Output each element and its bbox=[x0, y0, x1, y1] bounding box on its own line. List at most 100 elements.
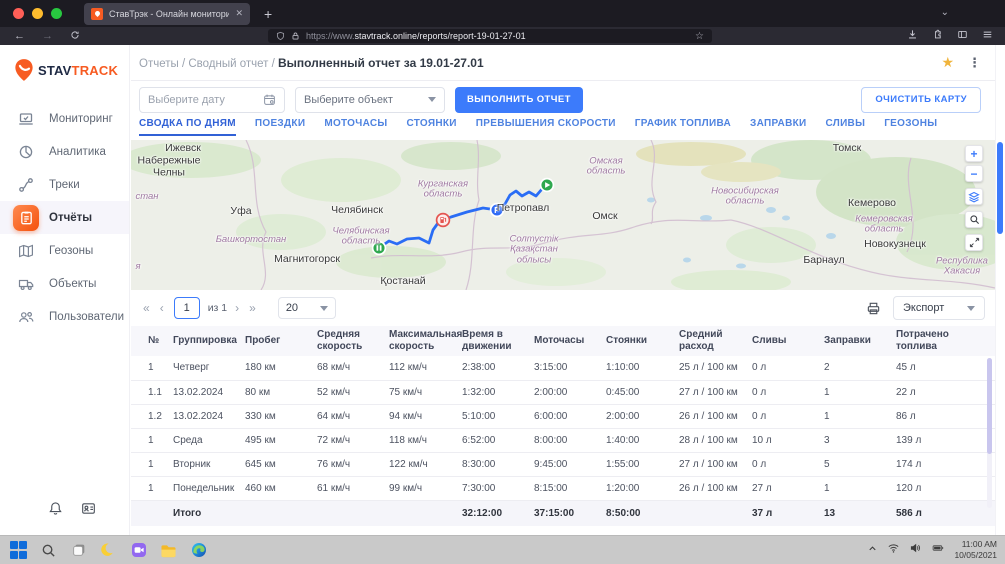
table-scrollbar[interactable] bbox=[987, 358, 992, 508]
tab-list-chevron-icon[interactable]: ⌄ bbox=[941, 7, 949, 18]
sidebar-item-monitoring[interactable]: Мониторинг bbox=[0, 102, 129, 135]
downloads-icon[interactable] bbox=[907, 27, 918, 45]
window-minimize-button[interactable] bbox=[32, 8, 43, 19]
clock[interactable]: 11:00 AM 10/05/2021 bbox=[954, 539, 997, 561]
date-input[interactable] bbox=[148, 94, 248, 106]
clear-map-button[interactable]: ОЧИСТИТЬ КАРТУ bbox=[861, 87, 981, 113]
object-select[interactable]: Выберите объект bbox=[295, 87, 445, 113]
sidebar-toggle-icon[interactable] bbox=[957, 27, 968, 45]
taskbar-chat-icon[interactable] bbox=[128, 540, 149, 561]
tab-1[interactable]: ПОЕЗДКИ bbox=[255, 118, 305, 134]
lock-icon bbox=[291, 31, 300, 41]
page-prev-button[interactable]: ‹ bbox=[160, 301, 164, 315]
date-picker[interactable] bbox=[139, 87, 285, 113]
sidebar-item-users[interactable]: Пользователи bbox=[0, 300, 129, 333]
map-marker-fuel[interactable] bbox=[437, 214, 450, 227]
table-cell: Вторник bbox=[173, 452, 245, 476]
tab-8[interactable]: ГЕОЗОНЫ bbox=[884, 118, 937, 134]
wifi-icon[interactable] bbox=[887, 541, 900, 559]
favorite-star-icon[interactable]: ★ bbox=[941, 54, 954, 71]
window-controls[interactable] bbox=[13, 8, 62, 19]
column-header: Группировка bbox=[173, 326, 245, 356]
taskbar-file-explorer-icon[interactable] bbox=[158, 540, 179, 561]
window-maximize-button[interactable] bbox=[51, 8, 62, 19]
table-row[interactable]: 1.213.02.2024330 км64 км/ч94 км/ч5:10:00… bbox=[131, 404, 995, 428]
table-scrollbar-thumb[interactable] bbox=[987, 358, 992, 454]
reload-button[interactable] bbox=[70, 30, 80, 43]
map-marker-play[interactable] bbox=[541, 179, 554, 192]
map-marker-parking[interactable]: P bbox=[491, 204, 504, 217]
sidebar-footer bbox=[48, 501, 96, 521]
sidebar-item-geozones[interactable]: Геозоны bbox=[0, 234, 129, 267]
page-last-button[interactable]: » bbox=[249, 301, 256, 315]
table-cell: 6:52:00 bbox=[462, 428, 534, 452]
tab-6[interactable]: ЗАПРАВКИ bbox=[750, 118, 806, 134]
url-bar[interactable]: https://www.stavtrack.online/reports/rep… bbox=[268, 29, 712, 43]
taskbar-task-view-icon[interactable] bbox=[68, 540, 89, 561]
browser-tab[interactable]: СтавТрэк - Онлайн мониторинг ✕ bbox=[84, 3, 250, 25]
page-scrollbar[interactable] bbox=[995, 45, 1005, 535]
tab-4[interactable]: ПРЕВЫШЕНИЯ СКОРОСТИ bbox=[476, 118, 616, 134]
map-zoom-out-button[interactable]: − bbox=[965, 165, 983, 182]
bookmark-star-icon[interactable]: ☆ bbox=[695, 31, 704, 42]
tab-2[interactable]: МОТОЧАСЫ bbox=[324, 118, 387, 134]
sidebar-item-label: Пользователи bbox=[49, 311, 124, 323]
print-icon[interactable] bbox=[866, 301, 881, 316]
map-marker-pause[interactable] bbox=[373, 242, 386, 255]
tab-3[interactable]: СТОЯНКИ bbox=[406, 118, 456, 134]
column-header: Моточасы bbox=[534, 326, 606, 356]
breadcrumb[interactable]: Отчеты / Сводный отчет / Выполненный отч… bbox=[139, 56, 484, 70]
table-row[interactable]: 1.113.02.202480 км52 км/ч75 км/ч1:32:002… bbox=[131, 380, 995, 404]
menu-icon[interactable] bbox=[982, 27, 993, 45]
back-button[interactable]: ← bbox=[14, 30, 25, 42]
stavtrack-logo[interactable]: STAVTRACK bbox=[14, 58, 129, 82]
taskbar-edge-icon[interactable] bbox=[188, 540, 209, 561]
map-zoom-in-button[interactable]: + bbox=[965, 145, 983, 162]
table-row[interactable]: 1Среда495 км72 км/ч118 км/ч6:52:008:00:0… bbox=[131, 428, 995, 452]
taskbar-search-icon[interactable] bbox=[38, 540, 59, 561]
table-cell: 139 л bbox=[896, 428, 995, 452]
tray-chevron-up-icon[interactable] bbox=[867, 541, 878, 559]
table-row[interactable]: 1Вторник645 км76 км/ч122 км/ч8:30:009:45… bbox=[131, 452, 995, 476]
forward-button: → bbox=[42, 30, 53, 42]
notifications-bell-icon[interactable] bbox=[48, 501, 63, 521]
window-close-button[interactable] bbox=[13, 8, 24, 19]
contact-card-icon[interactable] bbox=[81, 501, 96, 521]
page-next-button[interactable]: › bbox=[235, 301, 239, 315]
table-cell: 22 л bbox=[896, 380, 995, 404]
map-fullscreen-button[interactable] bbox=[965, 234, 983, 251]
map-layers-button[interactable] bbox=[965, 188, 983, 205]
page-first-button[interactable]: « bbox=[143, 301, 150, 315]
column-header: Средняя скорость bbox=[317, 326, 389, 356]
volume-icon[interactable] bbox=[909, 541, 922, 559]
tab-0[interactable]: СВОДКА ПО ДНЯМ bbox=[139, 118, 236, 136]
table-row[interactable]: 1Понедельник460 км61 км/ч99 км/ч7:30:008… bbox=[131, 476, 995, 500]
map-search-button[interactable] bbox=[965, 211, 983, 228]
tab-5[interactable]: ГРАФИК ТОПЛИВА bbox=[635, 118, 731, 134]
export-select[interactable]: Экспорт bbox=[893, 296, 985, 320]
run-report-button[interactable]: ВЫПОЛНИТЬ ОТЧЕТ bbox=[455, 87, 583, 113]
taskbar-start-icon[interactable] bbox=[8, 540, 29, 561]
tab-7[interactable]: СЛИВЫ bbox=[825, 118, 865, 134]
extensions-icon[interactable] bbox=[932, 27, 943, 45]
tab-close-icon[interactable]: ✕ bbox=[235, 8, 243, 19]
page-header: Отчеты / Сводный отчет / Выполненный отч… bbox=[131, 45, 995, 81]
page-size-select[interactable]: 20 bbox=[278, 297, 336, 319]
sidebar-item-objects[interactable]: Объекты bbox=[0, 267, 129, 300]
page-number-input[interactable] bbox=[174, 297, 200, 319]
table-row[interactable]: 1Четверг180 км68 км/ч112 км/ч2:38:003:15… bbox=[131, 356, 995, 380]
table-cell: 0 л bbox=[752, 356, 824, 380]
sidebar-item-reports[interactable]: Отчёты bbox=[0, 201, 129, 234]
column-header: Максимальная скорость bbox=[389, 326, 462, 356]
table-total-cell bbox=[317, 500, 389, 526]
new-tab-button[interactable]: + bbox=[264, 6, 272, 22]
taskbar-moon-icon[interactable] bbox=[98, 540, 119, 561]
map[interactable]: P ИжевскНабережныеЧелныУфаЧелябинскМагни… bbox=[131, 140, 995, 290]
kebab-menu-icon[interactable]: ⋮ bbox=[968, 55, 981, 71]
table-total-cell: 13 bbox=[824, 500, 896, 526]
sidebar-item-label: Отчёты bbox=[49, 212, 92, 224]
sidebar-item-analytics[interactable]: Аналитика bbox=[0, 135, 129, 168]
battery-icon[interactable] bbox=[931, 541, 945, 559]
page-scrollbar-thumb[interactable] bbox=[997, 142, 1003, 234]
sidebar-item-tracks[interactable]: Треки bbox=[0, 168, 129, 201]
